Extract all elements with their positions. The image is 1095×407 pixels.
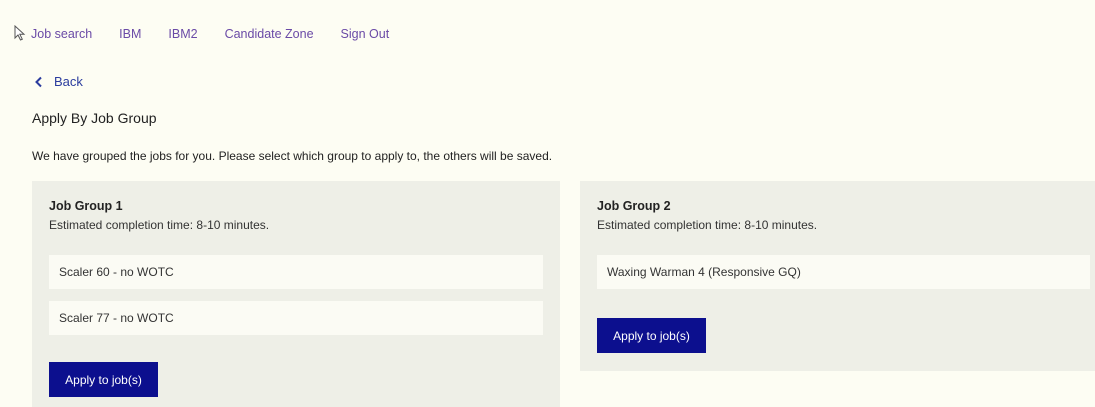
group-title: Job Group 1 [49, 199, 123, 213]
back-link[interactable]: Back [33, 74, 83, 89]
group-estimate: Estimated completion time: 8-10 minutes. [597, 218, 818, 232]
nav-link-candidate-zone[interactable]: Candidate Zone [225, 27, 314, 41]
job-group-2: Job Group 2 Estimated completion time: 8… [580, 181, 1095, 371]
group-title: Job Group 2 [597, 199, 671, 213]
back-label: Back [54, 74, 83, 89]
nav-link-ibm[interactable]: IBM [119, 27, 141, 41]
apply-jobs-button-group-2[interactable]: Apply to job(s) [597, 318, 706, 353]
nav-link-job-search[interactable]: Job search [31, 27, 92, 41]
page-description: We have grouped the jobs for you. Please… [32, 149, 553, 163]
job-group-1: Job Group 1 Estimated completion time: 8… [32, 181, 560, 407]
apply-jobs-button-group-1[interactable]: Apply to job(s) [49, 362, 158, 397]
job-item: Scaler 60 - no WOTC [49, 255, 543, 289]
group-estimate: Estimated completion time: 8-10 minutes. [49, 218, 270, 232]
job-item: Scaler 77 - no WOTC [49, 301, 543, 335]
job-item: Waxing Warman 4 (Responsive GQ) [597, 255, 1090, 289]
nav-link-ibm2[interactable]: IBM2 [168, 27, 197, 41]
top-navigation: Job search IBM IBM2 Candidate Zone Sign … [31, 27, 416, 41]
page-title: Apply By Job Group [32, 110, 157, 126]
nav-link-sign-out[interactable]: Sign Out [341, 27, 390, 41]
chevron-left-icon [35, 76, 42, 87]
pointer-cursor-icon [14, 25, 26, 41]
